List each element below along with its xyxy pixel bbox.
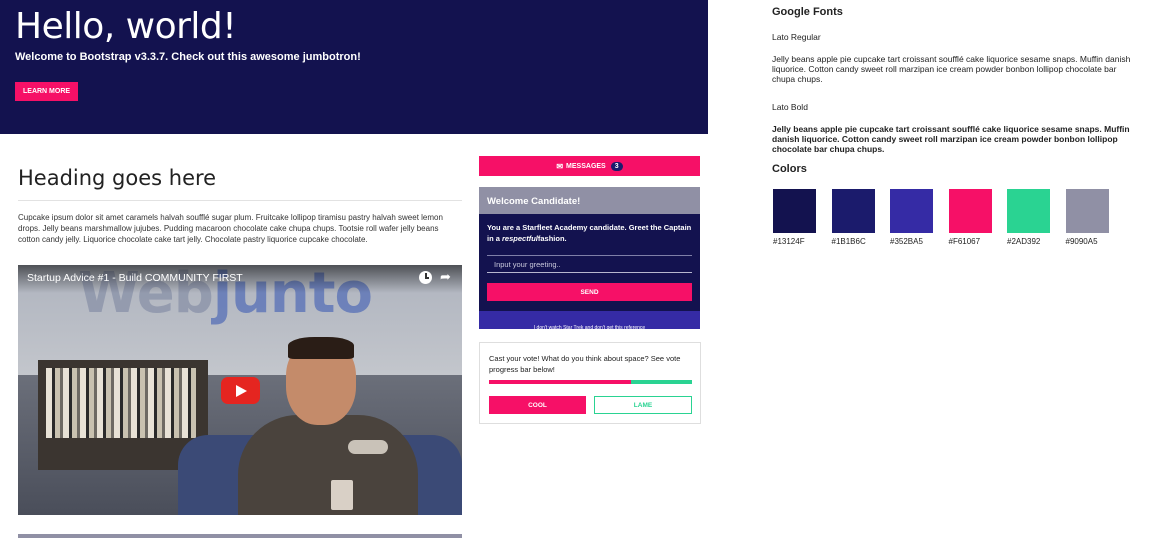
color-swatch: #F61067 <box>948 189 992 246</box>
learn-more-button[interactable]: LEARN MORE <box>15 82 79 101</box>
color-swatch: #13124F <box>773 189 816 246</box>
intro-paragraph: Cupcake ipsum dolor sit amet caramels ha… <box>18 213 443 244</box>
vote-progress-bar <box>489 380 692 384</box>
color-hex-label: #F61067 <box>948 237 981 246</box>
colors-title: Colors <box>772 163 807 175</box>
color-chip <box>948 189 992 233</box>
person-body <box>238 415 418 515</box>
clock-icon[interactable] <box>419 271 432 284</box>
color-hex-label: #352BA5 <box>890 237 923 246</box>
color-swatch: #1B1B6C <box>831 189 875 246</box>
messages-button[interactable]: ✉ MESSAGES 3 <box>479 156 700 176</box>
heading-divider <box>18 200 462 201</box>
person-hair <box>288 337 354 359</box>
messages-count-badge: 3 <box>610 161 623 171</box>
color-chip <box>831 189 875 233</box>
jumbotron: Hello, world! Welcome to Bootstrap v3.3.… <box>0 0 708 134</box>
color-hex-label: #9090A5 <box>1065 237 1098 246</box>
candidate-panel-footer: I don't watch Star Trek and don't get th… <box>479 311 700 331</box>
lame-button[interactable]: LAME <box>594 396 692 414</box>
instructions-emphasis: respectful <box>502 234 538 243</box>
messages-label: MESSAGES <box>566 162 606 170</box>
lato-bold-sample: Jelly beans apple pie cupcake tart crois… <box>772 124 1130 154</box>
jumbotron-lead: Welcome to Bootstrap v3.3.7. Check out t… <box>15 51 361 63</box>
greeting-input[interactable] <box>487 255 692 273</box>
lato-bold-label: Lato Bold <box>772 102 808 112</box>
color-swatch: #9090A5 <box>1065 189 1109 246</box>
envelope-icon: ✉ <box>556 161 564 171</box>
google-fonts-section: Google Fonts Lato Regular Jelly beans ap… <box>772 6 1132 154</box>
color-swatch: #2AD392 <box>1007 189 1050 246</box>
main-content: Heading goes here Cupcake ipsum dolor si… <box>18 160 462 245</box>
vote-question: Cast your vote! What do you think about … <box>489 354 681 374</box>
bottom-divider-bar <box>18 534 462 538</box>
lato-regular-sample: Jelly beans apple pie cupcake tart crois… <box>772 54 1131 84</box>
jumbotron-title: Hello, world! <box>15 6 237 47</box>
color-hex-label: #13124F <box>773 237 805 246</box>
color-chip <box>773 189 816 233</box>
vote-progress-fill <box>489 380 632 384</box>
books <box>46 368 196 438</box>
instructions-end: fashion. <box>537 234 567 243</box>
cool-button[interactable]: COOL <box>489 396 586 414</box>
page-heading: Heading goes here <box>18 166 217 190</box>
color-swatch: #352BA5 <box>890 189 933 246</box>
google-fonts-title: Google Fonts <box>772 6 843 18</box>
share-icon[interactable]: ➦ <box>440 269 451 285</box>
shirt-logo <box>348 440 388 454</box>
candidate-instructions: You are a Starfleet Academy candidate. G… <box>479 214 700 244</box>
lato-regular-label: Lato Regular <box>772 32 821 42</box>
send-button[interactable]: SEND <box>487 283 692 301</box>
color-hex-label: #1B1B6C <box>831 237 866 246</box>
video-title[interactable]: Startup Advice #1 - Build COMMUNITY FIRS… <box>27 272 243 284</box>
color-chip <box>890 189 933 233</box>
star-trek-reference-link[interactable]: I don't watch Star Trek and don't get th… <box>534 325 645 331</box>
video-player[interactable]: Webjunto Startup Advice #1 - Build COMMU… <box>18 265 462 515</box>
color-chip <box>1007 189 1050 233</box>
candidate-panel: Welcome Candidate! You are a Starfleet A… <box>479 187 700 331</box>
vote-panel: Cast your vote! What do you think about … <box>479 342 701 424</box>
color-chip <box>1065 189 1109 233</box>
candidate-panel-title: Welcome Candidate! <box>479 187 700 214</box>
youtube-play-icon[interactable] <box>221 377 260 404</box>
color-hex-label: #2AD392 <box>1007 237 1041 246</box>
paper-cup <box>331 480 353 510</box>
